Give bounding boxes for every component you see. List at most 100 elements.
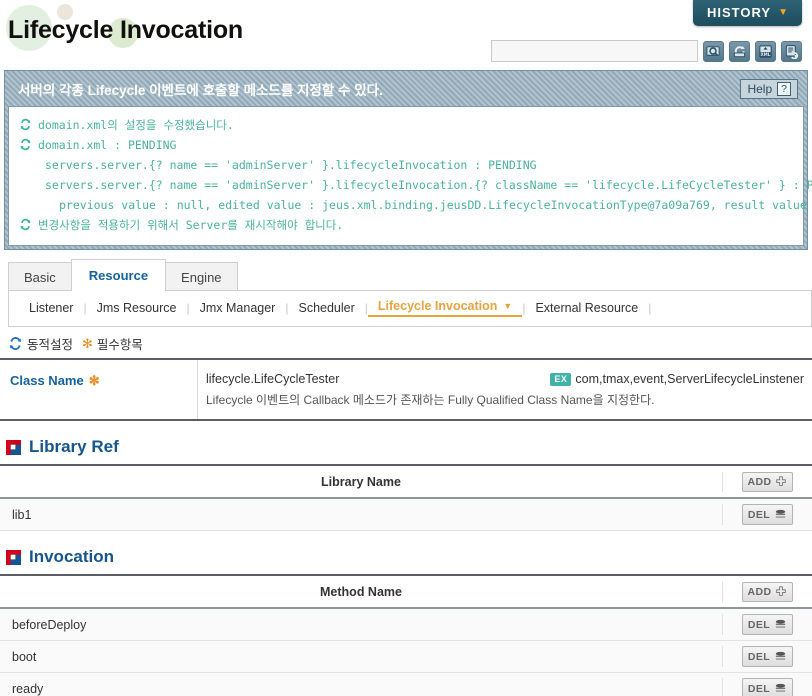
notice-header: 서버의 각종 Lifecycle 이벤트에 호출할 메소드를 지정할 수 있다.… (8, 74, 804, 106)
legend-dynamic-label: 동적설정 (27, 338, 74, 352)
help-button[interactable]: Help ? (740, 79, 798, 99)
add-label: ADD (747, 475, 772, 488)
subtab-external-resource[interactable]: External Resource (525, 301, 648, 315)
add-button[interactable]: ADD (741, 581, 794, 602)
plus-box-icon (776, 585, 787, 596)
report-export-icon[interactable] (781, 40, 802, 62)
log-line: servers.server.{? name == 'adminServer' … (19, 155, 793, 175)
separator: | (648, 301, 652, 315)
subtab-lifecycle-invocation[interactable]: Lifecycle Invocation ▼ (367, 299, 523, 317)
legend: 동적설정 ✻ 필수항목 (0, 327, 812, 358)
help-label: Help (747, 82, 773, 96)
svg-text:XML: XML (761, 51, 771, 56)
class-name-value[interactable]: lifecycle.LifeCycleTester (206, 372, 339, 386)
subtab-jms-resource[interactable]: Jms Resource (87, 301, 187, 315)
history-button[interactable]: HISTORY ▼ (693, 0, 802, 26)
sync-icon (20, 218, 31, 231)
search-icon[interactable] (703, 40, 724, 62)
top-bar: Lifecycle Invocation HISTORY ▼ XML (0, 0, 812, 70)
delete-label: DEL (747, 650, 771, 663)
log-line: servers.server.{? name == 'adminServer' … (19, 175, 812, 195)
log-text: servers.server.{? name == 'adminServer' … (45, 158, 537, 172)
log-line: 변경사항을 적용하기 위해서 Server를 재시작해야 합니다. (19, 215, 793, 235)
table-row: beforeDeploy DEL (0, 609, 812, 641)
search-input[interactable] (491, 40, 698, 62)
log-line: domain.xml의 설정을 수정했습니다. (19, 115, 793, 135)
delete-stack-icon (775, 509, 786, 518)
delete-button[interactable]: DEL (741, 678, 794, 696)
delete-label: DEL (747, 508, 771, 521)
library-ref-section: Library Ref Library Name ADD lib1 DEL (0, 437, 812, 531)
subtab-label: Lifecycle Invocation (377, 299, 498, 313)
legend-required-label: 필수항목 (96, 338, 143, 352)
page-title: Lifecycle Invocation (8, 16, 243, 44)
log-text: servers.server.{? name == 'adminServer' … (45, 178, 812, 192)
notice-panel: 서버의 각종 Lifecycle 이벤트에 호출할 메소드를 지정할 수 있다.… (4, 70, 812, 250)
row-action-cell: DEL (722, 504, 812, 525)
invocation-add-cell: ADD (722, 581, 812, 602)
table-row: ready DEL (0, 673, 812, 696)
add-label: ADD (747, 585, 772, 598)
tab-basic[interactable]: Basic (8, 262, 72, 291)
chevron-down-icon: ▼ (778, 7, 789, 18)
delete-stack-icon (775, 619, 786, 628)
row-value: boot (12, 649, 37, 664)
library-ref-title: Library Ref (29, 437, 119, 456)
add-button[interactable]: ADD (741, 471, 794, 492)
notice-title: 서버의 각종 Lifecycle 이벤트에 호출할 메소드를 지정할 수 있다. (18, 83, 383, 98)
delete-button[interactable]: DEL (741, 646, 794, 667)
invocation-section: Invocation Method Name ADD beforeDeploy D… (0, 547, 812, 696)
subtab-listener[interactable]: Listener (19, 301, 83, 315)
sync-icon (20, 138, 31, 151)
library-ref-grid-header: Library Name ADD (0, 466, 812, 499)
tab-area: Basic Resource Engine Listener | Jms Resourc… (0, 259, 812, 327)
question-mark-icon: ? (777, 82, 791, 96)
main-tabs: Basic Resource Engine (8, 259, 812, 291)
row-value: ready (12, 681, 44, 696)
library-ref-add-cell: ADD (722, 471, 812, 492)
delete-stack-icon (775, 651, 786, 660)
section-logo-icon (6, 439, 21, 455)
history-label: HISTORY (707, 5, 772, 20)
subtab-scheduler[interactable]: Scheduler (288, 301, 364, 315)
class-name-field-row: Class Name ✻ lifecycle.LifeCycleTester E… (0, 358, 812, 421)
row-action-cell: DEL (722, 678, 812, 696)
subtab-jmx-manager[interactable]: Jmx Manager (190, 301, 286, 315)
delete-button[interactable]: DEL (741, 504, 794, 525)
asterisk-icon: ✻ (88, 373, 100, 388)
section-logo-icon (6, 549, 21, 565)
plus-box-icon (776, 475, 787, 486)
example-badge-icon: EX (550, 372, 572, 386)
delete-label: DEL (747, 682, 771, 695)
legend-dynamic: 동적설정 (8, 334, 73, 353)
row-value: lib1 (12, 507, 32, 522)
log-line: domain.xml : PENDING (19, 135, 793, 155)
class-name-label-cell: Class Name ✻ (0, 360, 198, 419)
xml-export-icon[interactable]: XML (755, 40, 776, 62)
legend-required: ✻ 필수항목 (82, 334, 143, 353)
invocation-title: Invocation (29, 547, 115, 566)
row-action-cell: DEL (722, 646, 812, 667)
log-line: previous value : null, edited value : je… (19, 195, 812, 215)
table-row: lib1 DEL (0, 499, 812, 531)
example-text: com,tmax,event,ServerLifecycleLinstener (575, 372, 804, 386)
invocation-grid: Method Name ADD beforeDeploy DEL boot DEL re… (0, 574, 812, 696)
log-text: previous value : null, edited value : je… (59, 198, 812, 212)
log-text: domain.xml : PENDING (38, 138, 177, 152)
delete-button[interactable]: DEL (741, 614, 794, 635)
table-row: boot DEL (0, 641, 812, 673)
log-text: 변경사항을 적용하기 위해서 Server를 재시작해야 합니다. (38, 218, 344, 232)
class-name-description: Lifecycle 이벤트의 Callback 메소드가 존재하는 Fully … (206, 393, 655, 407)
library-name-column-header: Library Name (321, 474, 401, 489)
delete-label: DEL (747, 618, 771, 631)
notice-log: domain.xml의 설정을 수정했습니다. domain.xml : PEND… (8, 106, 812, 246)
asterisk-icon: ✻ (82, 335, 93, 351)
tab-engine[interactable]: Engine (165, 262, 238, 291)
library-ref-header: Library Ref (0, 437, 812, 457)
class-name-label: Class Name (10, 373, 84, 388)
class-name-example: EX com,tmax,event,ServerLifecycleLinsten… (550, 372, 804, 386)
invocation-grid-header: Method Name ADD (0, 576, 812, 609)
tab-resource[interactable]: Resource (70, 259, 167, 291)
class-name-value-cell: lifecycle.LifeCycleTester EX com,tmax,ev… (198, 360, 812, 419)
reload-icon[interactable] (729, 40, 750, 62)
